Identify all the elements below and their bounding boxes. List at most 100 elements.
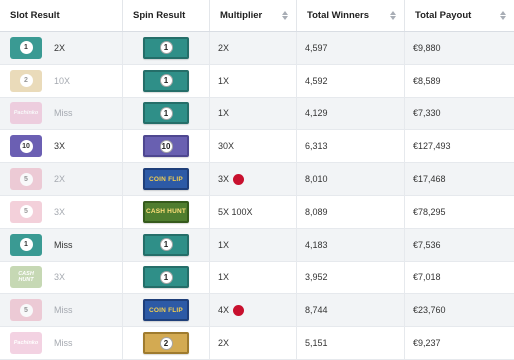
bill-1-icon: 1 [143,69,189,92]
table-row[interactable]: 5 2X COIN FLIP 3X 8,010 €17,468 [0,163,514,196]
total-payout-value: €23,760 [413,305,446,316]
cell-total-payout: €17,468 [405,163,514,195]
cell-multiplier: 4X [210,294,297,327]
total-payout-value: €9,880 [413,42,441,53]
slot-icon-value: 1 [19,238,33,252]
spin-icon-text: COIN FLIP [149,175,183,183]
table-row[interactable]: 10 3X 10 30X 6,313 €127,493 [0,130,514,164]
cell-spin-result: 2 [123,327,210,359]
slot-multiplier-label: 3X [54,272,66,283]
slot-icon-value: 10 [19,139,33,153]
header-spin-result[interactable]: Spin Result [123,0,210,31]
table-header: Slot Result Spin Result Multiplier Total… [0,0,514,32]
pachinko-icon: Pachinko [10,102,42,125]
cell-slot-result: 2 10X [0,64,123,97]
slot-icon-value: 5 [19,303,33,317]
header-multiplier-label: Multiplier [220,10,263,21]
cell-slot-result: 5 3X [0,195,123,228]
bill-10-icon: 10 [143,135,189,158]
cell-multiplier: 30X [210,130,297,163]
sort-icon[interactable] [500,11,506,20]
table-row[interactable]: 5 Miss COIN FLIP 4X 8,744 €23,760 [0,294,514,328]
spin-icon-value: 1 [159,41,173,55]
total-winners-value: 4,597 [305,42,328,53]
table-row[interactable]: Pachinko Miss 1 1X 4,129 €7,330 [0,97,514,131]
cell-spin-result: 1 [123,64,210,97]
cell-total-payout: €7,018 [405,262,514,294]
5-icon: 5 [10,200,42,223]
header-multiplier[interactable]: Multiplier [210,0,297,31]
slot-multiplier-label: 3X [54,206,66,217]
cell-spin-result: 10 [123,130,210,163]
multiplier-value: 3X [218,174,230,185]
cell-total-payout: €9,237 [405,327,514,359]
cell-slot-result: CASH HUNT 3X [0,261,123,294]
table-row[interactable]: 1 2X 1 2X 4,597 €9,880 [0,32,514,65]
table-row[interactable]: 1 Miss 1 1X 4,183 €7,536 [0,228,514,262]
cell-slot-result: 1 Miss [0,228,123,261]
table-row[interactable]: 2 10X 1 1X 4,592 €8,589 [0,64,514,98]
total-winners-value: 3,952 [305,272,328,283]
cell-spin-result: 1 [123,97,210,130]
spin-icon-value: 1 [159,238,173,252]
1-icon: 1 [10,233,42,256]
spin-icon-value: 1 [159,106,173,120]
multiplier-value: 4X [218,305,230,316]
live-dot-icon [233,173,245,185]
sort-icon[interactable] [282,11,288,20]
total-payout-value: €78,295 [413,206,446,217]
bill-2-icon: 2 [143,332,189,355]
bill-cashhunt-icon: CASH HUNT [143,200,189,223]
header-total-winners[interactable]: Total Winners [297,0,405,31]
slot-multiplier-label: 2X [54,174,66,185]
cell-slot-result: 5 Miss [0,294,123,327]
table-body: 1 2X 1 2X 4,597 €9,880 2 10X 1 1X 4,592 [0,32,514,360]
multiplier-value: 1X [218,272,230,283]
cell-multiplier: 1X [210,228,297,261]
multiplier-value: 2X [218,338,230,349]
cell-spin-result: 1 [123,228,210,261]
multiplier-value: 1X [218,108,230,119]
slot-multiplier-label: Miss [54,305,73,316]
cell-multiplier: 5X 100X [210,195,297,228]
header-total-payout[interactable]: Total Payout [405,0,514,31]
cell-multiplier: 2X [210,32,297,64]
5-icon: 5 [10,168,42,191]
slot-icon-value: 1 [19,41,33,55]
total-payout-value: €7,330 [413,108,441,119]
multiplier-value: 1X [218,239,230,250]
spin-icon-value: 1 [159,270,173,284]
total-winners-value: 8,089 [305,206,328,217]
cell-spin-result: COIN FLIP [123,294,210,327]
slot-multiplier-label: Miss [54,338,73,349]
slot-icon-text: CASH HUNT [18,271,34,284]
pachinko-icon: Pachinko [10,332,42,355]
total-winners-value: 8,010 [305,174,328,185]
bill-coinflip-icon: COIN FLIP [143,168,189,191]
table-row[interactable]: Pachinko Miss 2 2X 5,151 €9,237 [0,327,514,360]
spin-icon-text: CASH HUNT [145,208,187,216]
cell-multiplier: 1X [210,261,297,294]
cell-total-payout: €23,760 [405,294,514,326]
table-row[interactable]: 5 3X CASH HUNT 5X 100X 8,089 €78,295 [0,195,514,229]
multiplier-value: 1X [218,75,230,86]
cell-total-winners: 4,592 [297,64,405,97]
spin-icon-text: COIN FLIP [149,306,183,314]
slot-icon-value: 5 [19,172,33,186]
spin-icon-value: 10 [159,139,173,153]
slot-multiplier-label: 3X [54,141,66,152]
total-winners-value: 4,183 [305,239,328,250]
slot-multiplier-label: Miss [54,239,73,250]
header-slot-result[interactable]: Slot Result [0,0,123,31]
sort-icon[interactable] [390,11,396,20]
total-winners-value: 6,313 [305,141,328,152]
table-row[interactable]: CASH HUNT 3X 1 1X 3,952 €7,018 [0,261,514,295]
total-winners-value: 4,592 [305,75,328,86]
cell-total-payout: €7,330 [405,98,514,130]
bill-1-icon: 1 [143,233,189,256]
cell-slot-result: 1 2X [0,32,123,64]
spin-icon-value: 1 [159,74,173,88]
slot-multiplier-label: Miss [54,108,73,119]
cell-total-winners: 4,183 [297,228,405,261]
5-icon: 5 [10,299,42,322]
